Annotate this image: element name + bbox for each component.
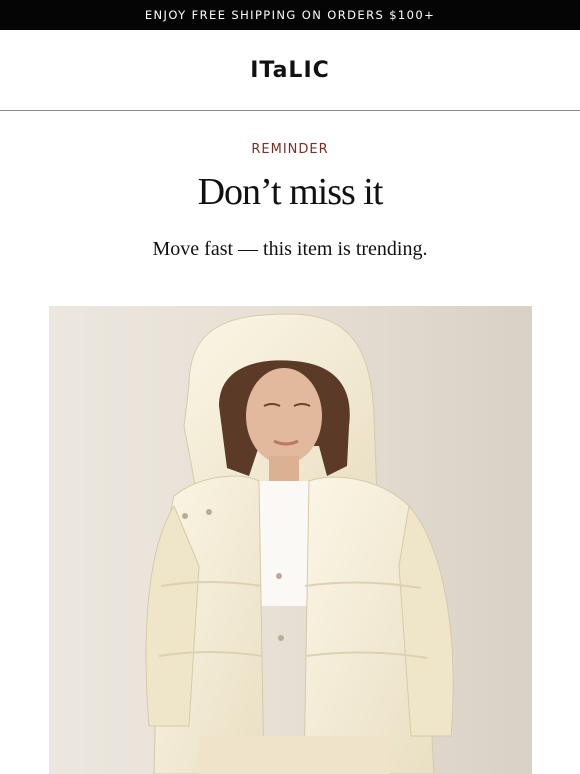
headline: Don’t miss it xyxy=(197,171,384,213)
subheadline: Move fast — this item is trending. xyxy=(152,238,428,260)
email-header: ITaLIC xyxy=(0,30,580,111)
eyebrow-label: REMINDER xyxy=(251,142,329,157)
promo-banner[interactable]: ENJOY FREE SHIPPING ON ORDERS $100+ xyxy=(0,0,580,30)
hero-product-image[interactable] xyxy=(49,306,532,774)
hero-illustration xyxy=(49,306,532,774)
promo-banner-text: ENJOY FREE SHIPPING ON ORDERS $100+ xyxy=(144,8,436,22)
brand-logo[interactable]: ITaLIC xyxy=(250,58,330,83)
